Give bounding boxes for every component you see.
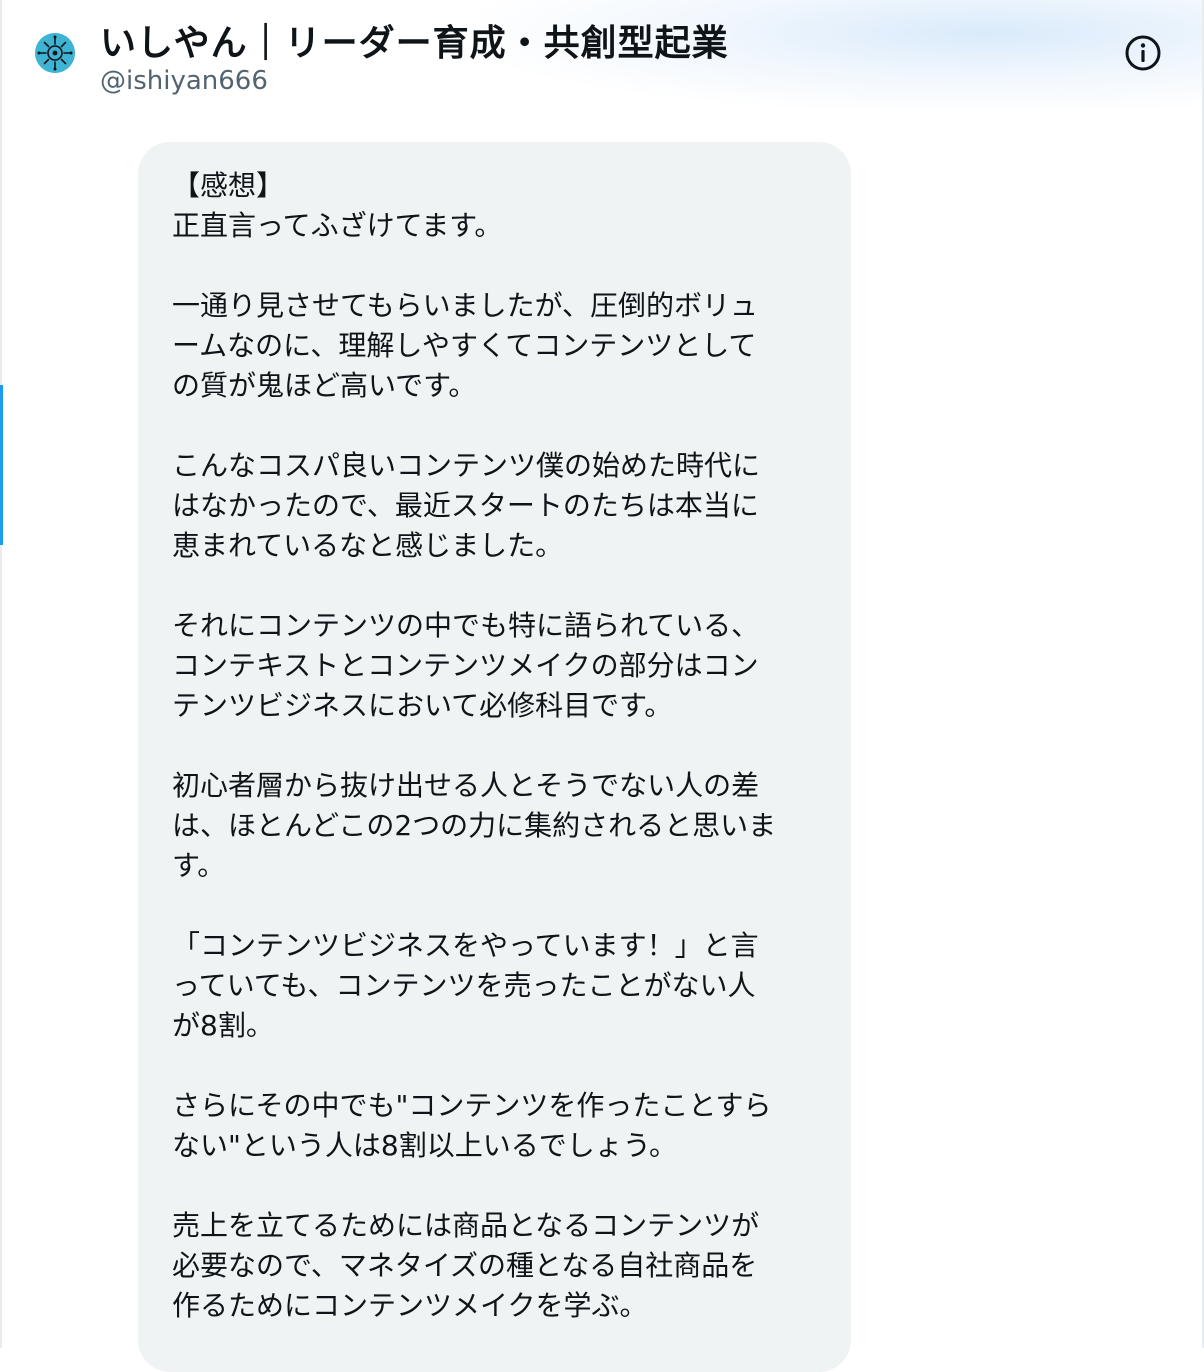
user-avatar[interactable]	[35, 33, 75, 73]
message-bubble[interactable]: 【感想】 正直言ってふざけてます。 一通り見させてもらいましたが、圧倒的ボリュ …	[138, 142, 851, 1372]
avatar-emblem-icon	[35, 33, 75, 73]
display-name[interactable]: いしやん｜リーダー育成・共創型起業	[100, 14, 729, 66]
panel-focus-indicator	[0, 385, 3, 545]
info-circle-icon	[1125, 35, 1161, 71]
conversation-header: いしやん｜リーダー育成・共創型起業 @ishiyan666	[0, 0, 1204, 110]
panel-left-border	[0, 0, 2, 1348]
user-handle[interactable]: @ishiyan666	[100, 66, 268, 96]
info-button[interactable]	[1124, 34, 1162, 72]
message-text: 【感想】 正直言ってふざけてます。 一通り見させてもらいましたが、圧倒的ボリュ …	[172, 169, 777, 1322]
